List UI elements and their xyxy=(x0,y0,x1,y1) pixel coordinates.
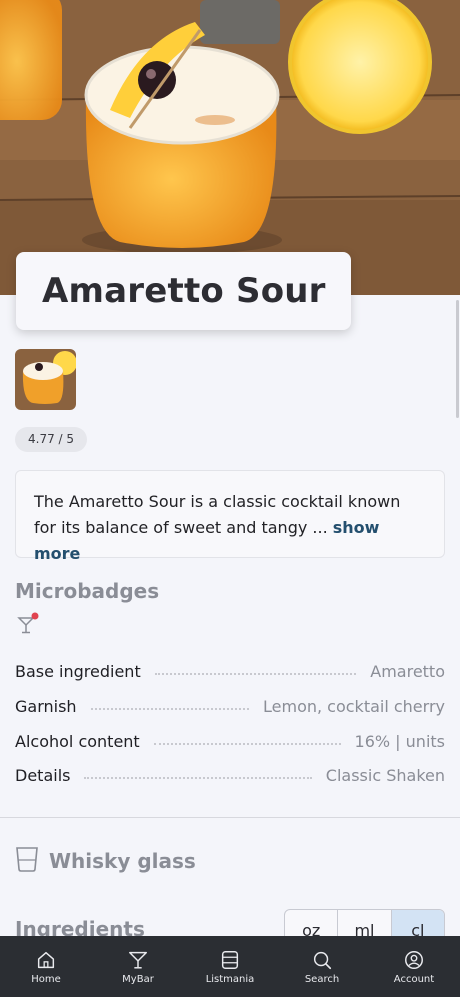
drink-photo-illustration xyxy=(0,0,460,295)
thumbnail-image xyxy=(15,349,76,410)
microbadges-heading: Microbadges xyxy=(15,579,160,603)
tab-label: Account xyxy=(393,973,435,985)
attribute-label: Base ingredient xyxy=(15,661,141,681)
rating-badge: 4.77 / 5 xyxy=(15,427,88,452)
attribute-label: Alcohol content xyxy=(15,731,140,751)
attribute-row-alcohol-content: Alcohol content 16% | units xyxy=(15,730,445,752)
home-icon xyxy=(37,951,55,968)
attribute-row-details: Details Classic Shaken xyxy=(15,764,445,786)
tab-label: Search xyxy=(304,973,340,985)
glass-type: Whisky glass xyxy=(15,846,196,876)
section-divider xyxy=(0,817,460,818)
attribute-value: 16% | units xyxy=(354,731,445,751)
attribute-label: Details xyxy=(15,765,71,785)
tab-home[interactable]: Home xyxy=(6,949,86,985)
attribute-label: Garnish xyxy=(15,696,77,716)
tab-label: MyBar xyxy=(122,973,154,985)
bottom-tab-bar: Home MyBar Listmania Search Account xyxy=(0,936,460,997)
dotted-leader xyxy=(90,708,249,710)
tab-label: Listmania xyxy=(205,973,255,985)
cocktail-icon xyxy=(129,951,147,969)
search-icon xyxy=(313,951,332,969)
list-icon xyxy=(221,950,239,969)
attribute-value: Classic Shaken xyxy=(325,765,445,785)
tab-mybar[interactable]: MyBar xyxy=(98,949,178,985)
dotted-leader xyxy=(153,743,341,745)
attribute-value: Amaretto xyxy=(370,661,445,681)
tab-search[interactable]: Search xyxy=(282,949,362,985)
attribute-value: Lemon, cocktail cherry xyxy=(263,696,445,716)
attribute-row-garnish: Garnish Lemon, cocktail cherry xyxy=(15,695,445,717)
tab-label: Home xyxy=(31,973,61,985)
drink-title-card: Amaretto Sour xyxy=(16,252,351,330)
glass-label: Whisky glass xyxy=(49,849,196,873)
dotted-leader xyxy=(84,777,312,779)
cocktail-glass-icon[interactable] xyxy=(17,612,41,640)
attribute-row-base-ingredient: Base ingredient Amaretto xyxy=(15,660,445,682)
description-box: The Amaretto Sour is a classic cocktail … xyxy=(15,470,445,563)
whisky-glass-icon xyxy=(15,846,39,876)
scrollbar[interactable] xyxy=(456,300,459,418)
account-icon xyxy=(405,950,423,969)
drink-thumbnail[interactable] xyxy=(15,349,76,410)
dotted-leader xyxy=(154,673,357,675)
tab-account[interactable]: Account xyxy=(374,949,454,985)
tab-listmania[interactable]: Listmania xyxy=(190,949,270,985)
hero-drink-photo xyxy=(0,0,460,295)
drink-title: Amaretto Sour xyxy=(42,271,326,311)
